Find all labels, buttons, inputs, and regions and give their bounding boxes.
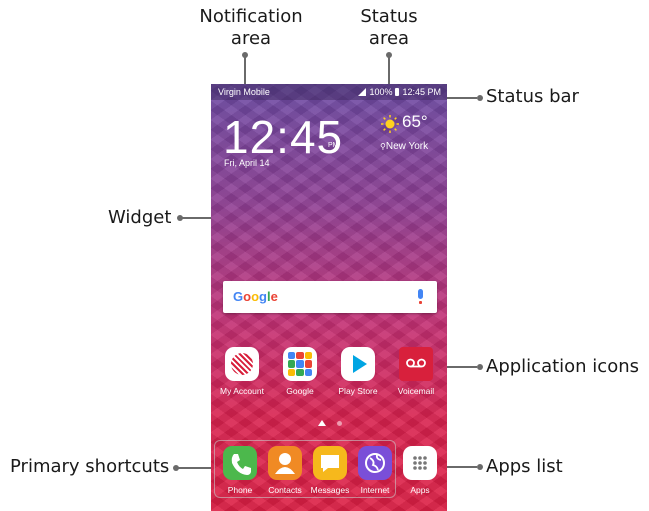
mic-icon[interactable] [418, 289, 423, 304]
app-label: My Account [220, 386, 264, 396]
callout-application-icons: Application icons [486, 356, 639, 377]
page-dot [337, 420, 342, 426]
callout-notification-area: Notification area [199, 6, 303, 49]
callout-apps-list: Apps list [486, 456, 563, 477]
callout-status-area: Status area [360, 6, 418, 49]
dock-apps-list[interactable]: Apps [391, 446, 447, 495]
google-search-bar[interactable]: Google [223, 281, 437, 313]
callout-line [447, 97, 477, 99]
carrier-label: Virgin Mobile [218, 87, 270, 97]
google-folder-icon [283, 347, 317, 381]
clock-ampm: PM [328, 142, 339, 149]
status-area: 100% 12:45 PM [358, 87, 441, 97]
signal-icon [358, 88, 367, 96]
play-store-icon [341, 347, 375, 381]
sun-icon [381, 115, 399, 133]
callout-widget: Widget [108, 207, 172, 228]
phone-home-screen: Virgin Mobile 100% 12:45 PM 12:45 PM Fri… [211, 84, 447, 511]
callout-line [447, 366, 477, 368]
callout-dot [477, 364, 483, 370]
weather-city-name: New York [385, 141, 429, 152]
app-voicemail[interactable]: Voicemail [387, 347, 445, 396]
callout-dot [477, 464, 483, 470]
home-page-icon [318, 420, 326, 426]
app-label: Apps [410, 485, 430, 495]
callout-primary-shortcuts: Primary shortcuts [10, 456, 170, 477]
page-indicator[interactable] [318, 420, 342, 426]
callout-dot [477, 95, 483, 101]
phone-icon [223, 446, 257, 480]
app-label: Play Store [338, 386, 378, 396]
apps-grid-icon [403, 446, 437, 480]
app-label: Voicemail [397, 386, 435, 396]
callout-line [244, 55, 246, 87]
voicemail-icon [399, 347, 433, 381]
app-play-store[interactable]: Play Store [329, 347, 387, 396]
app-label: Google [286, 386, 314, 396]
status-time: 12:45 PM [402, 87, 441, 97]
app-my-account[interactable]: My Account [213, 347, 271, 396]
callout-status-bar: Status bar [486, 86, 579, 107]
my-account-icon [225, 347, 259, 381]
callout-line [388, 55, 390, 87]
clock-date: Fri, April 14 [224, 158, 270, 168]
internet-icon [358, 446, 392, 480]
battery-percent: 100% [369, 87, 393, 97]
app-google-folder[interactable]: Google [271, 347, 329, 396]
status-bar[interactable]: Virgin Mobile 100% 12:45 PM [211, 84, 447, 100]
contacts-icon [268, 446, 302, 480]
callout-line [182, 217, 212, 219]
messages-icon [313, 446, 347, 480]
weather-temperature[interactable]: 65° [402, 112, 428, 132]
google-logo: Google [233, 289, 278, 304]
clock-time[interactable]: 12:45 [223, 110, 343, 164]
battery-icon [395, 88, 400, 96]
callout-line [178, 467, 214, 469]
weather-city: ⚲New York [380, 141, 428, 152]
